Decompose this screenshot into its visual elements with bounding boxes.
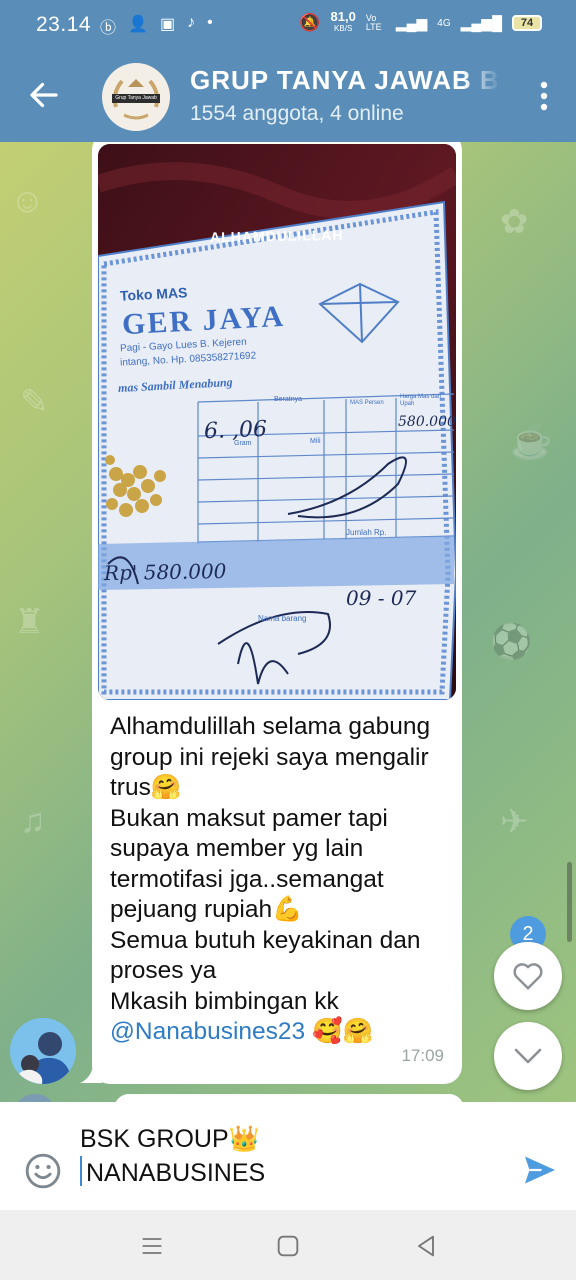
scrollbar[interactable] — [567, 862, 572, 942]
doodle-icon: ☺ — [10, 182, 45, 220]
more-options-icon[interactable] — [540, 81, 548, 111]
chevron-down-icon — [514, 1048, 542, 1064]
add-person-icon: 👤 — [128, 16, 148, 33]
receipt-handwritten-weight: 6. ,06 — [203, 416, 268, 445]
battery-icon: 74 — [512, 15, 542, 31]
message-line: supaya member yg lain — [110, 835, 364, 862]
doodle-icon: ✈ — [500, 803, 529, 841]
doodle-icon: ♫ — [20, 802, 46, 840]
receipt-row-mili: Mili — [310, 438, 321, 445]
message-text: Alhamdulillah selama gabung group ini re… — [110, 712, 455, 1048]
next-message-bubble[interactable] — [114, 1094, 464, 1102]
person-avatar-icon — [10, 1018, 76, 1084]
receipt-col-mas: MAS Persen — [350, 400, 384, 406]
reactions-button[interactable] — [494, 942, 562, 1010]
member-count[interactable]: 1554 anggota, 4 online — [190, 102, 404, 126]
network-speed: 81,0 KB/S — [330, 9, 356, 33]
chat-area[interactable]: ☺ ✎ ♜ ✿ ☕ ⚽ ✈ ♫ ALHAMDULILLAH Toko MAS G… — [0, 142, 576, 1102]
signal-icon-2: ▂▄▆█ — [460, 14, 502, 31]
back-arrow-icon[interactable] — [26, 77, 62, 113]
doodle-icon: ✎ — [20, 383, 49, 421]
doodle-icon: ♜ — [14, 603, 45, 641]
tiktok-icon: ♪ — [187, 14, 196, 31]
message-photo[interactable]: ALHAMDULILLAH Toko MAS GER JAYA Pagi - G… — [98, 144, 456, 700]
input-line-1: BSK GROUP👑 — [80, 1125, 260, 1153]
message-line: proses ya — [110, 957, 217, 984]
text-cursor — [80, 1156, 82, 1186]
message-line: Bukan maksut pamer tapi — [110, 804, 388, 832]
receipt-name-label: Nama barang — [258, 614, 307, 623]
message-bubble[interactable]: ALHAMDULILLAH Toko MAS GER JAYA Pagi - G… — [92, 142, 462, 1084]
dot-icon: • — [207, 14, 213, 31]
receipt-total-label: Jumlah Rp. — [346, 528, 387, 537]
blackberry-icon: ⓑ — [100, 20, 117, 37]
status-bar: 23.14 ⓑ 👤 ▣ ♪ • 🔕 81,0 KB/S Vo LTE ▂▄▆ 4G… — [0, 0, 576, 50]
group-avatar[interactable]: Grup Tanya Jawab — [102, 63, 170, 131]
back-nav-icon[interactable] — [412, 1232, 440, 1260]
notification-icons: ⓑ 👤 ▣ ♪ • — [100, 14, 213, 38]
receipt-handwritten-date: 09 - 07 — [346, 586, 417, 610]
message-input[interactable]: BSK GROUP👑 NANABUSINES — [80, 1122, 265, 1190]
message-line: Semua butuh keyakinan dan — [110, 926, 421, 954]
message-time: 17:09 — [401, 1046, 444, 1065]
home-icon[interactable] — [274, 1232, 302, 1260]
message-input-bar: BSK GROUP👑 NANABUSINES — [0, 1102, 576, 1210]
scroll-down-button[interactable] — [494, 1022, 562, 1090]
group-title[interactable]: GRUP TANYA JAWAB BSK — [190, 65, 500, 96]
mention-link[interactable]: @Nanabusines23 — [110, 1018, 305, 1045]
system-nav-bar — [0, 1210, 576, 1280]
sender-avatar[interactable] — [10, 1018, 76, 1084]
heart-icon — [513, 963, 543, 990]
message-line: group ini rejeki saya mengalir — [110, 743, 429, 771]
photo-caption: ALHAMDULILLAH — [209, 226, 344, 246]
message-line: pejuang rupiah💪 — [110, 896, 303, 923]
receipt-col-price: Harga Mas dan Upah — [400, 394, 442, 407]
chat-header: Grup Tanya Jawab GRUP TANYA JAWAB BSK 15… — [0, 55, 576, 142]
signal-icon: ▂▄▆ — [395, 14, 428, 31]
message-line: Mkasih bimbingan kk — [110, 987, 339, 1015]
avatar-label: Grup Tanya Jawab — [112, 94, 160, 103]
receipt-col-heavy: Beratnya — [274, 396, 303, 403]
mute-icon: 🔕 — [299, 13, 321, 32]
receipt-handwritten-total: Rp' 580.000 — [103, 558, 227, 586]
message-line: termotifasi jga..semangat — [110, 865, 384, 893]
app-icon: ▣ — [159, 16, 176, 33]
mention-emoji: 🥰🤗 — [305, 1018, 373, 1045]
doodle-icon: ✿ — [500, 203, 529, 241]
input-line-2: NANABUSINES — [86, 1159, 266, 1187]
send-icon[interactable] — [522, 1152, 558, 1188]
mention-line: @Nanabusines23 🥰🤗 — [110, 1017, 455, 1048]
message-line: trus🤗 — [110, 774, 182, 801]
recent-apps-icon[interactable] — [138, 1232, 166, 1260]
emoji-icon[interactable] — [24, 1152, 62, 1190]
status-right: 🔕 81,0 KB/S Vo LTE ▂▄▆ 4G ▂▄▆█ 74 — [299, 9, 542, 34]
sender-avatar-partial[interactable] — [16, 1094, 54, 1102]
receipt-handwritten-price: 580.000 — [398, 414, 456, 430]
top-bar: 23.14 ⓑ 👤 ▣ ♪ • 🔕 81,0 KB/S Vo LTE ▂▄▆ 4G… — [0, 0, 576, 142]
doodle-icon: ⚽ — [490, 623, 533, 661]
doodle-icon: ☕ — [510, 423, 553, 461]
volte-label: Vo LTE — [365, 13, 382, 32]
message-line: Alhamdulillah selama gabung — [110, 713, 431, 740]
status-time: 23.14 — [36, 13, 92, 36]
network-type: 4G — [437, 17, 451, 29]
